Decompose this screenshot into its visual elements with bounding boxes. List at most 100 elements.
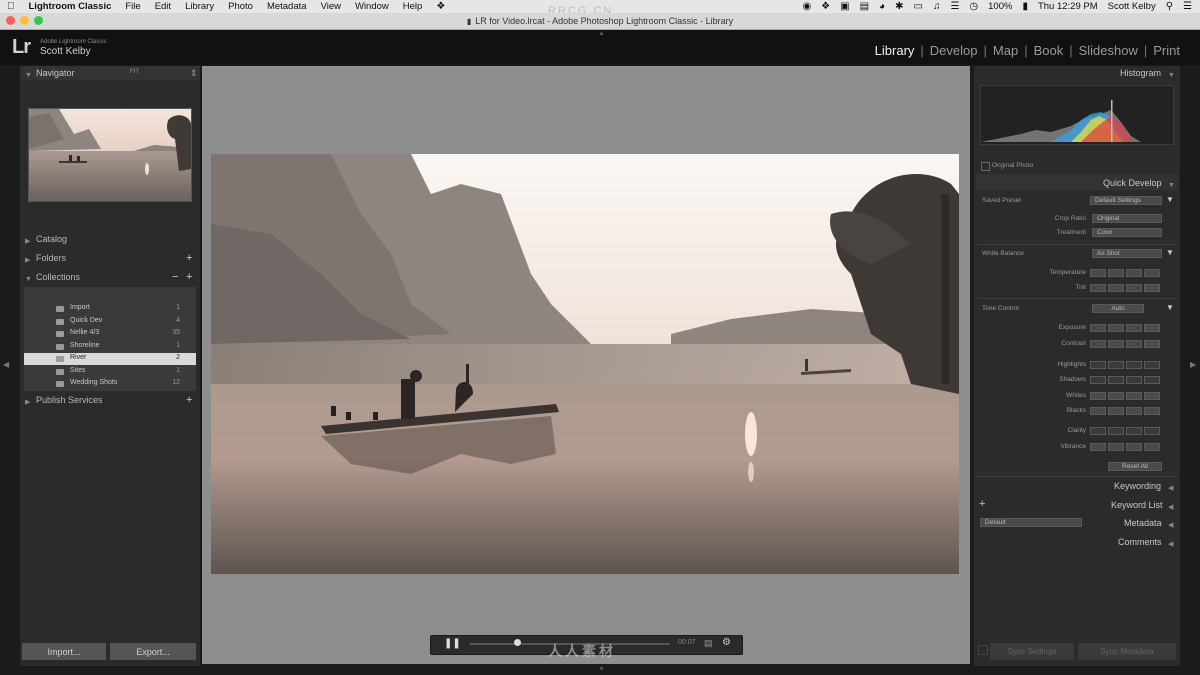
- highlights-stepper[interactable]: [1090, 361, 1160, 369]
- bottom-panel-toggle-icon[interactable]: ▼: [598, 666, 605, 673]
- status-icon-1[interactable]: ◉: [802, 1, 811, 12]
- add-publish-service-icon[interactable]: +: [186, 394, 192, 406]
- frame-icon[interactable]: ▤: [704, 638, 713, 649]
- pause-icon[interactable]: ❚❚: [444, 638, 461, 649]
- comments-title[interactable]: Comments: [1118, 537, 1162, 547]
- histogram-collapse-icon[interactable]: ▼: [1168, 69, 1175, 79]
- wifi-icon[interactable]: ☰: [950, 1, 959, 12]
- battery-icon[interactable]: ▮: [1022, 1, 1028, 12]
- navigator-zoom-menu-icon[interactable]: ⇕: [190, 68, 198, 79]
- battery-percent[interactable]: 100%: [988, 1, 1012, 12]
- shadows-stepper[interactable]: [1090, 376, 1160, 384]
- menu-window[interactable]: Window: [348, 1, 396, 12]
- keywording-title[interactable]: Keywording: [1114, 481, 1161, 491]
- collections-collapse-icon[interactable]: ▼: [25, 273, 32, 283]
- module-library[interactable]: Library: [869, 43, 921, 58]
- histogram-title[interactable]: Histogram: [1120, 68, 1161, 78]
- collection-item[interactable]: Nellie 4/3 35: [24, 328, 196, 340]
- module-slideshow[interactable]: Slideshow: [1073, 43, 1144, 58]
- menu-edit[interactable]: Edit: [148, 1, 178, 12]
- close-window-button[interactable]: [6, 16, 15, 25]
- minimize-window-button[interactable]: [20, 16, 29, 25]
- auto-tone-button[interactable]: Auto: [1092, 304, 1144, 313]
- keyword-list-collapse-icon[interactable]: ◀: [1168, 501, 1173, 511]
- menubar-user[interactable]: Scott Kelby: [1108, 1, 1156, 12]
- navigator-preview[interactable]: [28, 108, 192, 202]
- menu-file[interactable]: File: [118, 1, 147, 12]
- keyword-list-title[interactable]: Keyword List: [1111, 500, 1163, 510]
- collection-item-selected[interactable]: River 2: [24, 353, 196, 365]
- collection-item[interactable]: Quick Dev 4: [24, 316, 196, 328]
- contrast-stepper[interactable]: [1090, 340, 1160, 348]
- notification-center-icon[interactable]: ☰: [1183, 1, 1192, 12]
- collection-item[interactable]: Sites 1: [24, 366, 196, 378]
- main-photo[interactable]: [211, 154, 959, 574]
- saved-preset-select[interactable]: Default Settings: [1090, 196, 1162, 205]
- remove-collection-icon[interactable]: −: [172, 271, 178, 283]
- whites-stepper[interactable]: [1090, 392, 1160, 400]
- import-button[interactable]: Import...: [22, 643, 106, 660]
- menu-view[interactable]: View: [314, 1, 348, 12]
- sync-metadata-button[interactable]: Sync Metadata: [1078, 643, 1176, 660]
- zoom-window-button[interactable]: [34, 16, 43, 25]
- saved-preset-collapse-icon[interactable]: ▼: [1166, 195, 1174, 204]
- original-photo-checkbox[interactable]: [981, 162, 990, 171]
- metadata-preset-select[interactable]: Default: [980, 518, 1082, 527]
- module-print[interactable]: Print: [1147, 43, 1186, 58]
- crop-ratio-select[interactable]: Original: [1092, 214, 1162, 223]
- status-icon-2[interactable]: ▣: [840, 1, 849, 12]
- navigator-zoom-fit[interactable]: FIT: [130, 69, 139, 75]
- white-balance-select[interactable]: As Shot: [1092, 249, 1162, 258]
- menu-metadata[interactable]: Metadata: [260, 1, 314, 12]
- auto-sync-toggle[interactable]: [978, 645, 988, 655]
- exposure-stepper[interactable]: [1090, 324, 1160, 332]
- publish-services-title[interactable]: Publish Services: [36, 395, 103, 405]
- video-settings-gear-icon[interactable]: ⚙: [722, 637, 731, 648]
- module-book[interactable]: Book: [1028, 43, 1070, 58]
- collection-item[interactable]: Wedding Shots 12: [24, 378, 196, 390]
- time-machine-icon[interactable]: ◷: [969, 1, 978, 12]
- clarity-stepper[interactable]: [1090, 427, 1160, 435]
- collection-item[interactable]: Import 1: [24, 303, 196, 315]
- apple-icon[interactable]: : [0, 1, 22, 12]
- publish-collapse-icon[interactable]: ▶: [25, 396, 30, 406]
- add-folder-icon[interactable]: +: [186, 252, 192, 264]
- add-collection-icon[interactable]: +: [186, 271, 192, 283]
- comments-collapse-icon[interactable]: ◀: [1168, 538, 1173, 548]
- menu-help[interactable]: Help: [396, 1, 430, 12]
- dropbox-icon[interactable]: ❖: [821, 1, 830, 12]
- menu-photo[interactable]: Photo: [221, 1, 260, 12]
- status-icon-4[interactable]: ◕: [879, 1, 885, 12]
- export-button[interactable]: Export...: [110, 643, 196, 660]
- spotlight-icon[interactable]: ⚲: [1166, 1, 1173, 12]
- collection-item[interactable]: Shoreline 1: [24, 341, 196, 353]
- catalog-collapse-icon[interactable]: ▶: [25, 235, 30, 245]
- menu-app-name[interactable]: Lightroom Classic: [22, 1, 119, 12]
- module-map[interactable]: Map: [987, 43, 1024, 58]
- white-balance-collapse-icon[interactable]: ▼: [1166, 248, 1174, 257]
- navigator-collapse-icon[interactable]: ▼: [25, 69, 32, 79]
- blacks-stepper[interactable]: [1090, 407, 1160, 415]
- scrub-handle[interactable]: [514, 639, 521, 646]
- menu-library[interactable]: Library: [178, 1, 221, 12]
- folders-title[interactable]: Folders: [36, 253, 66, 263]
- bluetooth-icon[interactable]: ✱: [895, 1, 903, 12]
- folders-collapse-icon[interactable]: ▶: [25, 254, 30, 264]
- airplay-icon[interactable]: ▭: [913, 1, 922, 12]
- add-keyword-icon[interactable]: +: [979, 498, 985, 510]
- treatment-select[interactable]: Color: [1092, 228, 1162, 237]
- status-icon-3[interactable]: ▤: [860, 1, 869, 12]
- metadata-title[interactable]: Metadata: [1124, 518, 1162, 528]
- module-develop[interactable]: Develop: [924, 43, 984, 58]
- keywording-collapse-icon[interactable]: ◀: [1168, 482, 1173, 492]
- reset-all-button[interactable]: Reset All: [1108, 462, 1162, 471]
- quick-develop-collapse-icon[interactable]: ▼: [1168, 179, 1175, 189]
- metadata-collapse-icon[interactable]: ◀: [1168, 519, 1173, 529]
- sync-settings-button[interactable]: Sync Settings: [990, 643, 1074, 660]
- tint-stepper[interactable]: [1090, 284, 1160, 292]
- volume-icon[interactable]: ♫: [933, 1, 941, 12]
- right-panel-toggle-icon[interactable]: ▶: [1190, 360, 1196, 369]
- tone-control-collapse-icon[interactable]: ▼: [1166, 303, 1174, 312]
- top-panel-toggle-icon[interactable]: ▲: [598, 30, 605, 37]
- temperature-stepper[interactable]: [1090, 269, 1160, 277]
